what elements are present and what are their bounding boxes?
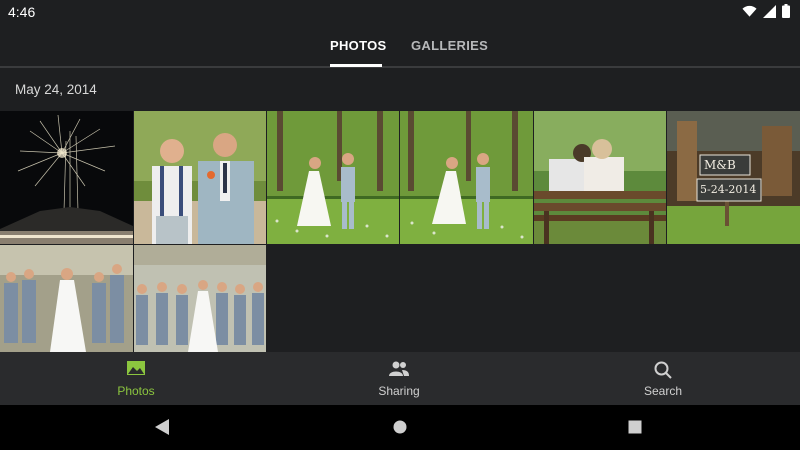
photo-thumbnail-bridesmaids[interactable] (0, 245, 133, 352)
tab-bar: PHOTOS GALLERIES (0, 24, 800, 68)
nav-label-photos: Photos (117, 384, 155, 398)
status-icons (742, 4, 790, 23)
photo-thumbnail-fireworks[interactable] (0, 111, 133, 244)
date-section-header: May 24, 2014 (15, 82, 97, 97)
status-time: 4:46 (8, 4, 36, 20)
photo-thumbnail-couple-walking-1[interactable] (267, 111, 399, 244)
nav-label-search: Search (643, 384, 683, 398)
tab-photos[interactable]: PHOTOS (330, 38, 386, 53)
nav-item-photos[interactable]: Photos (76, 352, 196, 405)
recents-icon[interactable] (628, 419, 642, 440)
nav-item-search[interactable]: Search (603, 352, 723, 405)
photo-thumbnail-bench[interactable] (534, 111, 666, 244)
photo-grid: M&B 5-24-2014 (0, 111, 800, 352)
photos-icon (127, 361, 145, 380)
tab-galleries[interactable]: GALLERIES (411, 38, 488, 53)
battery-icon (782, 4, 790, 23)
photo-thumbnail-grooms[interactable] (134, 111, 266, 244)
nav-item-sharing[interactable]: Sharing (339, 352, 459, 405)
home-icon[interactable] (393, 419, 407, 440)
sign-text-bottom: 5-24-2014 (700, 183, 757, 196)
sharing-icon (388, 361, 410, 382)
system-navigation-bar (0, 405, 800, 450)
search-icon (654, 361, 672, 384)
signal-icon (763, 4, 776, 23)
status-bar: 4:46 (0, 0, 800, 24)
nav-label-sharing: Sharing (378, 384, 420, 398)
sign-text-top: M&B (704, 158, 736, 172)
photo-thumbnail-bridal-party[interactable] (134, 245, 266, 352)
back-icon[interactable] (155, 419, 169, 440)
photo-thumbnail-couple-walking-2[interactable] (400, 111, 533, 244)
bottom-navigation: Photos Sharing Search (0, 352, 800, 405)
photo-thumbnail-sign[interactable]: M&B 5-24-2014 (667, 111, 800, 244)
wifi-icon (742, 5, 757, 23)
tab-selected-indicator (330, 64, 382, 67)
